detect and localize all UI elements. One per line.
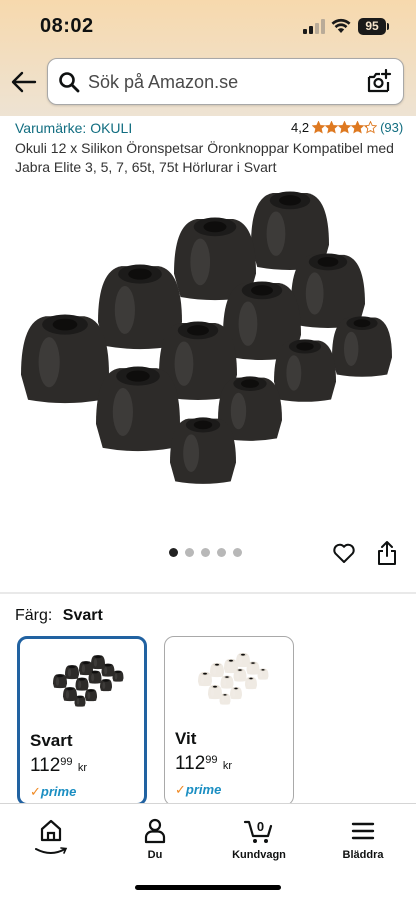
home-indicator — [135, 885, 281, 890]
prime-badge: ✓prime — [175, 782, 222, 797]
person-icon — [144, 818, 166, 844]
ear-tip — [233, 668, 247, 682]
nav-cart-label: Kundvagn — [232, 849, 286, 861]
header: 08:02 95 — [0, 0, 416, 116]
heart-icon[interactable] — [332, 541, 356, 565]
ear-tip — [96, 366, 180, 452]
ear-tip — [230, 687, 242, 700]
ear-tip — [21, 314, 109, 404]
ear-tip — [85, 689, 97, 702]
brand-link[interactable]: Varumärke: OKULI — [15, 120, 132, 136]
nav-menu[interactable]: Bläddra — [318, 816, 408, 861]
nav-menu-label: Bläddra — [342, 849, 384, 861]
star-icon — [351, 121, 365, 134]
variant-image-white — [198, 653, 269, 705]
pagination-dot[interactable] — [185, 548, 194, 557]
ear-tip — [291, 253, 365, 328]
cart-icon: 0 — [243, 819, 273, 843]
pagination-dot[interactable] — [217, 548, 226, 557]
pagination-dot[interactable] — [201, 548, 210, 557]
color-selector-header: Färg: Svart — [15, 607, 103, 625]
search-bar[interactable] — [47, 58, 404, 105]
ear-tip — [53, 674, 67, 689]
variant-card-white[interactable]: Vit 11299 kr ✓prime — [164, 636, 294, 806]
battery-icon: 95 — [358, 18, 386, 35]
pagination-dot[interactable] — [169, 548, 178, 557]
nav-account-label: Du — [147, 849, 163, 861]
ear-tip — [75, 677, 89, 691]
camera-search-icon[interactable] — [366, 69, 392, 95]
ear-tip — [74, 695, 86, 707]
variant-card-black[interactable]: Svart 11299 kr ✓prime — [17, 636, 147, 806]
rating-summary[interactable]: 4,2 (93) — [291, 120, 403, 135]
ear-tip — [219, 693, 231, 705]
home-icon — [40, 819, 62, 842]
share-icon[interactable] — [376, 540, 398, 566]
ear-tip — [65, 665, 79, 680]
ear-tip — [112, 670, 124, 682]
cellular-signal-icon — [303, 19, 325, 34]
color-label: Färg: — [15, 607, 53, 624]
ear-tip — [332, 316, 392, 377]
variant-price: 11299 kr — [30, 755, 87, 776]
star-icon — [312, 121, 326, 134]
product-title: Okuli 12 x Silikon Öronspetsar Öronknopp… — [15, 140, 394, 175]
hamburger-menu-icon — [351, 822, 375, 840]
pagination-dot[interactable] — [233, 548, 242, 557]
search-input[interactable] — [88, 69, 358, 95]
battery-tip — [387, 23, 389, 30]
ear-tip — [170, 417, 236, 484]
status-bar: 08:02 95 — [0, 0, 416, 54]
product-image[interactable] — [20, 178, 400, 508]
star-rating — [312, 121, 378, 134]
ear-tip — [220, 675, 234, 689]
rating-count: (93) — [380, 120, 404, 135]
section-divider — [0, 592, 416, 594]
ear-tip — [274, 339, 336, 402]
search-icon — [59, 72, 80, 93]
variant-name: Svart — [30, 731, 73, 750]
variant-name: Vit — [175, 729, 197, 748]
status-time: 08:02 — [40, 15, 94, 37]
rating-value: 4,2 — [291, 120, 310, 135]
amazon-smile-icon — [35, 847, 68, 854]
arrow-left-icon — [11, 71, 37, 93]
nav-home[interactable] — [6, 816, 96, 858]
star-icon — [325, 121, 339, 134]
variant-image-black — [53, 655, 124, 707]
ear-tip — [246, 661, 260, 675]
star-icon — [364, 121, 378, 134]
variant-price: 11299 kr — [175, 753, 232, 774]
ear-tip — [101, 663, 115, 677]
star-icon — [338, 121, 352, 134]
ear-tip — [210, 663, 224, 678]
ear-tip — [88, 670, 102, 684]
wifi-icon — [331, 18, 351, 33]
prime-badge: ✓prime — [30, 784, 77, 799]
ear-tip — [245, 677, 257, 690]
back-button[interactable] — [8, 66, 40, 98]
ear-tip — [100, 679, 112, 692]
color-selected-value: Svart — [62, 607, 103, 624]
image-pagination — [169, 548, 242, 557]
cart-count: 0 — [257, 819, 264, 834]
nav-cart[interactable]: 0 Kundvagn — [214, 816, 304, 861]
ear-tip — [257, 668, 269, 680]
nav-account[interactable]: Du — [110, 816, 200, 861]
ear-tip — [198, 672, 212, 687]
